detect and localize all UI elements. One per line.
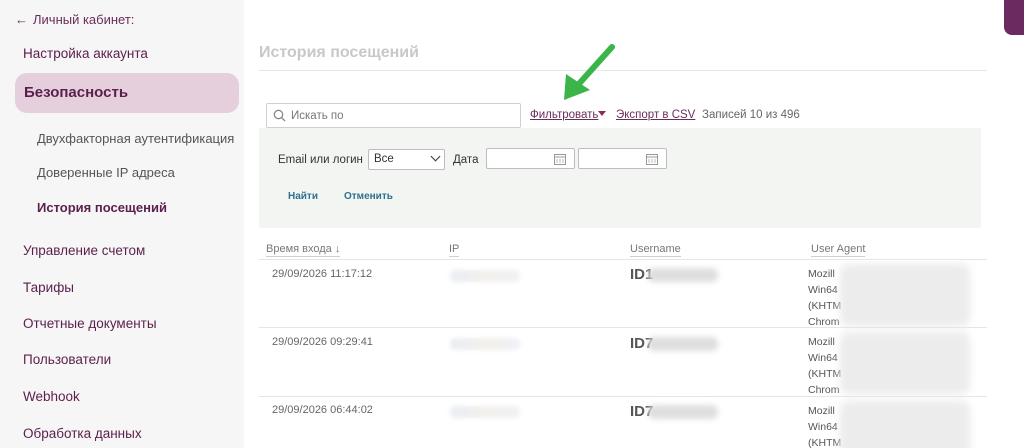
sidebar-item-users[interactable]: Пользователи bbox=[23, 352, 111, 367]
column-header-login-time[interactable]: Время входа ↓ bbox=[266, 243, 341, 257]
date-to-input[interactable] bbox=[578, 148, 667, 169]
login-filter-label: Email или логин bbox=[278, 154, 363, 166]
date-filter-label: Дата bbox=[453, 154, 479, 166]
column-header-username[interactable]: Username bbox=[630, 243, 681, 257]
redacted-username bbox=[648, 405, 718, 419]
sidebar-item-webhook[interactable]: Webhook bbox=[23, 389, 80, 404]
search-input[interactable] bbox=[291, 109, 511, 122]
redacted-user-agent bbox=[840, 401, 970, 448]
user-agent-line: Mozill bbox=[808, 336, 835, 348]
user-agent-line: (KHTM bbox=[808, 437, 842, 448]
sidebar-item-billing[interactable]: Управление счетом bbox=[23, 243, 145, 258]
login-select-value: Все bbox=[374, 153, 394, 165]
user-agent-line: Win64 bbox=[808, 421, 838, 433]
records-count: Записей 10 из 496 bbox=[702, 109, 800, 121]
sidebar-item-label: Безопасность bbox=[24, 84, 129, 101]
arrow-left-icon: ← bbox=[15, 12, 28, 27]
divider bbox=[259, 396, 987, 397]
user-agent-line: (KHTM bbox=[808, 368, 842, 380]
user-agent-line: Mozill bbox=[808, 405, 835, 417]
cancel-button[interactable]: Отменить bbox=[344, 191, 393, 202]
sidebar-item-security[interactable]: Безопасность bbox=[15, 73, 239, 113]
redacted-user-agent bbox=[840, 332, 970, 394]
settings-widget-button[interactable] bbox=[1004, 0, 1024, 35]
page-title: История посещений bbox=[259, 44, 419, 61]
column-header-ip[interactable]: IP bbox=[449, 243, 460, 257]
calendar-icon[interactable] bbox=[554, 153, 566, 165]
table-row-user-agent: Mozill Win64 (KHTM Chrom bbox=[808, 334, 841, 398]
column-header-user-agent[interactable]: User Agent bbox=[811, 243, 866, 257]
table-row-user-agent: Mozill Win64 (KHTM bbox=[808, 403, 841, 448]
back-link-label: Личный кабинет: bbox=[33, 12, 135, 27]
user-agent-line: Win64 bbox=[808, 284, 838, 296]
search-box[interactable] bbox=[266, 103, 521, 128]
filter-panel bbox=[259, 128, 981, 228]
user-agent-line: Win64 bbox=[808, 352, 838, 364]
divider bbox=[259, 259, 987, 260]
table-row-time: 29/09/2026 09:29:41 bbox=[272, 336, 373, 348]
redacted-ip bbox=[450, 338, 520, 350]
redacted-username bbox=[648, 337, 718, 351]
sidebar-item-tariffs[interactable]: Тарифы bbox=[23, 280, 74, 295]
caret-down-icon[interactable] bbox=[598, 111, 606, 116]
user-agent-line: (KHTM bbox=[808, 300, 842, 312]
table-row-time: 29/09/2026 11:17:12 bbox=[272, 268, 373, 280]
filter-link[interactable]: Фильтровать bbox=[530, 109, 598, 121]
login-select[interactable]: Все bbox=[368, 149, 445, 170]
redacted-ip bbox=[450, 406, 520, 418]
sidebar-item-reports[interactable]: Отчетные документы bbox=[23, 316, 157, 331]
redacted-ip bbox=[450, 270, 520, 282]
subitem-trusted-ip[interactable]: Доверенные IP адреса bbox=[37, 165, 175, 180]
user-agent-line: Mozill bbox=[808, 268, 835, 280]
divider bbox=[259, 70, 987, 71]
export-csv-link[interactable]: Экспорт в CSV bbox=[616, 109, 695, 121]
chevron-down-icon bbox=[430, 151, 441, 162]
date-from-input[interactable] bbox=[486, 148, 575, 169]
back-link[interactable]: ← Личный кабинет: bbox=[15, 12, 134, 27]
search-icon bbox=[273, 109, 286, 122]
subitem-visit-history[interactable]: История посещений bbox=[37, 200, 167, 215]
sidebar-item-account-settings[interactable]: Настройка аккаунта bbox=[23, 46, 148, 61]
find-button[interactable]: Найти bbox=[288, 191, 318, 202]
table-row-user-agent: Mozill Win64 (KHTM Chrom bbox=[808, 266, 841, 330]
sidebar: ← Личный кабинет: Настройка аккаунта Без… bbox=[0, 0, 244, 448]
table-row-time: 29/09/2026 06:44:02 bbox=[272, 404, 373, 416]
redacted-username bbox=[648, 268, 718, 282]
redacted-user-agent bbox=[840, 264, 970, 326]
calendar-icon[interactable] bbox=[646, 153, 658, 165]
divider bbox=[259, 327, 987, 328]
annotation-arrow-icon bbox=[564, 44, 615, 100]
subitem-two-factor[interactable]: Двухфакторная аутентификация bbox=[37, 131, 234, 146]
sidebar-item-data-processing[interactable]: Обработка данных bbox=[23, 426, 142, 441]
